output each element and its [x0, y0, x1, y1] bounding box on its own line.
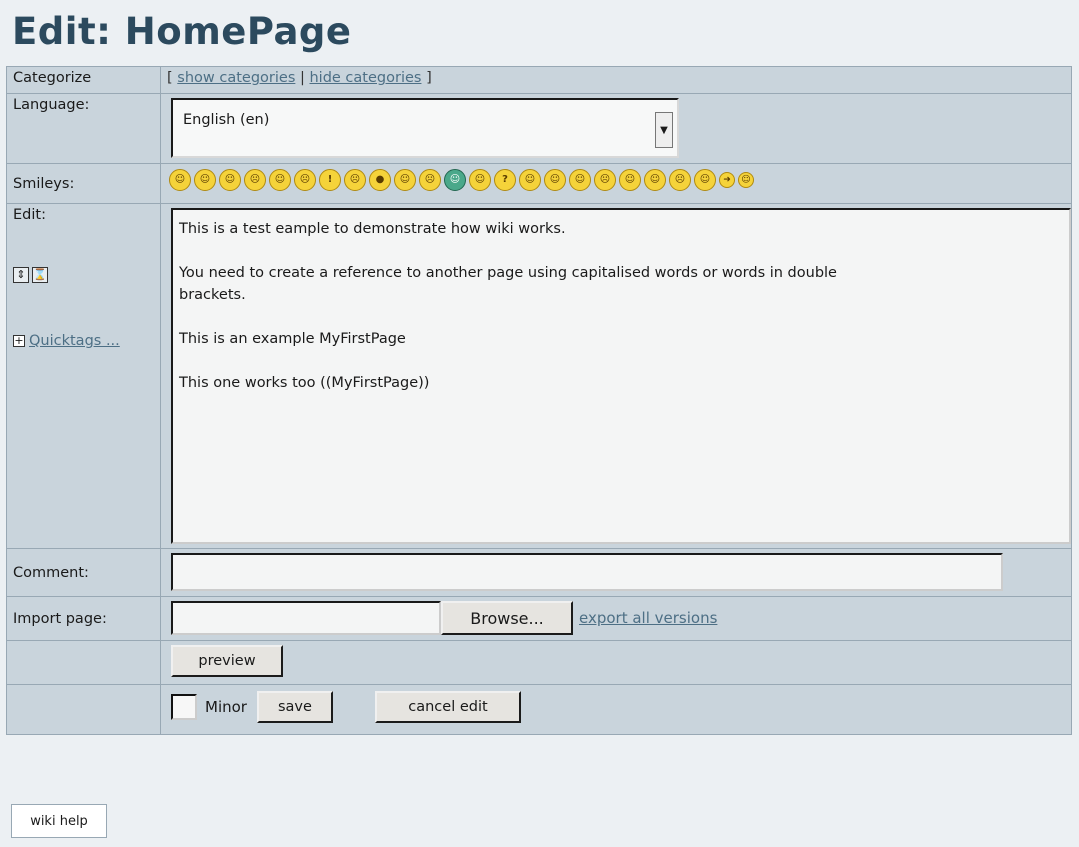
hide-categories-link[interactable]: hide categories — [309, 70, 421, 86]
smiley-sad-icon[interactable]: ☹ — [594, 169, 616, 191]
smiley-evil-icon[interactable]: ☹ — [294, 169, 316, 191]
quicktags-link[interactable]: Quicktags ... — [29, 333, 120, 349]
plus-icon[interactable]: + — [13, 335, 25, 347]
edit-textarea[interactable]: This is a test eample to demonstrate how… — [171, 208, 1071, 544]
smiley-lol-icon[interactable]: ☺ — [394, 169, 416, 191]
smiley-razz-icon[interactable]: ☺ — [519, 169, 541, 191]
smiley-idea-icon[interactable]: ● — [369, 169, 391, 191]
smiley-arrow-icon[interactable]: ➜ — [719, 172, 735, 188]
comment-label: Comment: — [6, 548, 161, 597]
smiley-mad-icon[interactable]: ☹ — [419, 169, 441, 191]
smiley-confused-icon[interactable]: ☺ — [194, 169, 216, 191]
smiley-mrgreen-icon[interactable]: ☺ — [444, 169, 466, 191]
smiley-exclaim-icon[interactable]: ! — [319, 169, 341, 191]
hourglass-icon[interactable]: ⌛ — [32, 267, 48, 283]
smiley-biggrin-icon[interactable]: ☺ — [169, 169, 191, 191]
page-title: Edit: HomePage — [12, 10, 352, 53]
smiley-surprised-icon[interactable]: ☺ — [644, 169, 666, 191]
smiley-bar: ☺ ☺ ☺ ☹ ☺ ☹ ! ☹ ● ☺ ☹ ☺ ☺ ? ☺ ☺ ☺ ☹ ☺ ☺ — [167, 164, 1071, 191]
export-all-versions-link[interactable]: export all versions — [579, 609, 717, 627]
smiley-smile-icon[interactable]: ☺ — [619, 169, 641, 191]
quicktags-toggle[interactable]: + Quicktags ... — [13, 333, 160, 349]
browse-button[interactable]: Browse... — [441, 601, 573, 635]
minor-checkbox[interactable] — [171, 694, 197, 720]
smiley-redface-icon[interactable]: ☺ — [544, 169, 566, 191]
resize-textarea-icon[interactable]: ⇕ — [13, 267, 29, 283]
show-categories-link[interactable]: show categories — [177, 70, 295, 86]
cancel-edit-button[interactable]: cancel edit — [374, 691, 521, 723]
wiki-help-button[interactable]: wiki help — [11, 804, 107, 838]
comment-input[interactable] — [171, 553, 1003, 591]
smiley-eek-icon[interactable]: ☺ — [269, 169, 291, 191]
minor-label: Minor — [205, 698, 247, 716]
categorize-links: [ show categories | hide categories ] — [167, 70, 432, 86]
smiley-question-icon[interactable]: ? — [494, 169, 516, 191]
smiley-wink-icon[interactable]: ☺ — [694, 169, 716, 191]
import-file-input[interactable] — [171, 601, 441, 635]
edit-label: Edit: — [13, 207, 46, 223]
smiley-cry-icon[interactable]: ☹ — [244, 169, 266, 191]
smiley-cool-icon[interactable]: ☺ — [219, 169, 241, 191]
language-selected-value: English (en) — [183, 112, 270, 128]
categorize-label: Categorize — [6, 66, 161, 94]
language-select[interactable]: English (en) ▼ — [171, 98, 679, 158]
smiley-rolleyes-icon[interactable]: ☺ — [569, 169, 591, 191]
smiley-frown-icon[interactable]: ☹ — [344, 169, 366, 191]
smiley-twisted-icon[interactable]: ☹ — [669, 169, 691, 191]
edit-form: Categorize [ show categories | hide cate… — [6, 66, 1072, 735]
smiley-neutral-icon[interactable]: ☺ — [469, 169, 491, 191]
chevron-down-icon[interactable]: ▼ — [655, 112, 673, 148]
smiley-santa-icon[interactable]: ☺ — [738, 172, 754, 188]
import-page-label: Import page: — [6, 596, 161, 641]
language-label: Language: — [6, 93, 161, 164]
smileys-label: Smileys: — [6, 163, 161, 204]
save-button[interactable]: save — [256, 691, 333, 723]
edit-tools: ⇕ ⌛ — [13, 223, 160, 283]
preview-button[interactable]: preview — [171, 645, 283, 677]
